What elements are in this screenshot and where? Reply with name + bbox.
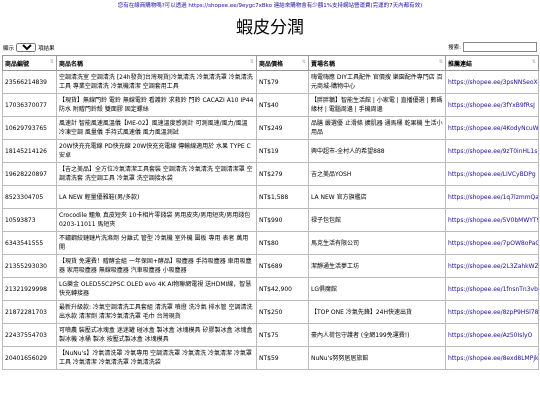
referral-link-cell[interactable]: https://shopee.ee/7pOW8oPaQF <box>445 231 539 255</box>
product-price-cell: NT$75 <box>256 323 309 347</box>
product-name-cell: 【NuNu's】冷氣清洗罩 冷氣專用 空調清洗罩 冷氣清洗 冷氣清潔 冷氣罩工具… <box>56 346 257 370</box>
entries-suffix-label: 項結果 <box>38 45 55 52</box>
product-name-cell: 可噴農 裝壓式冰塊盒 迷迷罐 碰冰盒 製冰盒 冰塊模具 矽膠製冰盒 冰塊盒 製冰… <box>56 323 257 347</box>
referral-link-cell[interactable]: https://shopee.ee/8exd8LMPjk <box>445 346 539 370</box>
product-id-cell: 19628220897 <box>2 162 57 186</box>
referral-link-cell[interactable]: https://shopee.ee/Az50IslyO <box>445 323 539 347</box>
referral-link-cell[interactable]: https://shopee.ee/9zT0inHL1s <box>445 139 539 163</box>
entries-select[interactable]: 10 <box>16 43 37 52</box>
product-name-cell: 空調清洗室 空調清洗 [24h發貨]台灣現貨|冷氣清洗 冷氣清洗罩 冷氣清洗 工… <box>56 70 257 94</box>
product-price-cell: NT$19 <box>256 139 309 163</box>
shop-name-cell: 潔靜通生活夢工坊 <box>308 254 446 278</box>
table-body: 23566214839 空調清洗室 空調清洗 [24h發貨]台灣現貨|冷氣清洗 冷… <box>2 70 539 370</box>
page-title: 蝦皮分潤 <box>236 18 304 38</box>
table-row: 20401656029 【NuNu's】冷氣清洗罩 冷氣專用 空調清洗罩 冷氣清洗… <box>2 346 539 370</box>
product-name-cell: Crocodile 鱷魚 真皮短夾 10卡相片零錢袋 男用皮夾/男用短夾/男用錢… <box>56 208 257 232</box>
search-label: 搜索: <box>448 45 461 51</box>
product-id-cell: 18145214126 <box>2 139 57 163</box>
table-row: 22437554703 可噴農 裝壓式冰塊盒 迷迷罐 碰冰盒 製冰盒 冰塊模具 矽… <box>2 323 539 347</box>
product-id-cell: 10629793765 <box>2 116 57 140</box>
shop-name-cell: 興中超市-全村人的希望888 <box>308 139 446 163</box>
referral-link-cell[interactable]: https://shopee.ee/2L3ZahkWZf <box>445 254 539 278</box>
product-price-cell: NT$1,588 <box>256 185 309 209</box>
table-row: 21355293030 【現貨 免運費！贈酵金組 一年保固+酵品】吸塵器 手持吸塵… <box>2 254 539 278</box>
shop-name-cell: 吉之美品YOSH <box>308 162 446 186</box>
product-name-cell: 不鏽鋼絞鏈鏈片洗滌劑 分離式 管型 冷氣機 室外機 圍板 專用 表者 萬用開 <box>56 231 257 255</box>
promo-banner-link[interactable]: 您有在線商購物嗎?可以透過 https://shopee.ee/9eygc7xB… <box>118 3 423 9</box>
product-name-cell: 風速計 智能風速風溫儀【ME-02】風速溫度感測計 可測風速/風力/風溫 冷凍空… <box>56 116 257 140</box>
product-price-cell: NT$42,900 <box>256 277 309 301</box>
product-name-cell: LG樂金 OLED55C2PSC OLED evo 4K AI物聯網電視 送HD… <box>56 277 257 301</box>
table-row: 10593873 Crocodile 鱷魚 真皮短夾 10卡相片零錢袋 男用皮夾/… <box>2 208 539 232</box>
table-controls: 顯示 10 項結果 搜索: <box>0 41 540 55</box>
product-price-cell: NT$249 <box>256 116 309 140</box>
shop-name-cell: 品膳 嚴選優 止滑條 擴肌器 通馬桶 乾果機 生活小用品 <box>308 116 446 140</box>
product-price-cell: NT$990 <box>256 208 309 232</box>
referral-link-cell[interactable]: https://shopee.ee/1q7lzmmQac <box>445 185 539 209</box>
table-row: 8523304705 LA NEW 輕量優雅鞋(男/多款) NT$1,588 LA N… <box>2 185 539 209</box>
product-price-cell: NT$59 <box>256 346 309 370</box>
product-id-cell: 6343541555 <box>2 231 57 255</box>
table-row: 18145214126 20W快充充電線 PD快充線 20W快充充電線 傳輸線適用… <box>2 139 539 163</box>
table-row: 21872281703 最新升級款: 冷氣空調清洗工具套組 清洗罩 噴燈 洗冷氣 … <box>2 300 539 324</box>
referral-link-cell[interactable]: https://shopee.ee/LIVCyBDPg <box>445 162 539 186</box>
table-row: 19628220897 【吉之美品】全方位冷氣清潔工具套裝 空調清洗 冷氣清洗 空… <box>2 162 539 186</box>
header-referral-link[interactable]: 推薦連結 ⇅ <box>445 55 539 71</box>
shop-name-cell: 豪內人荷包守護者 (全網199免運費!) <box>308 323 446 347</box>
referral-link-cell[interactable]: https://shopee.ee/4KodyNcuWN <box>445 116 539 140</box>
product-id-cell: 8523304705 <box>2 185 57 209</box>
product-price-cell: NT$79 <box>256 70 309 94</box>
product-price-cell: NT$80 <box>256 231 309 255</box>
shop-name-cell: LG俱魔館 <box>308 277 446 301</box>
product-name-cell: 20W快充充電線 PD快充線 20W快充充電線 傳輸線適用於 水果 TYPE C… <box>56 139 257 163</box>
shop-name-cell: NuNu's努努居居旅館 <box>308 346 446 370</box>
search-input[interactable] <box>463 42 537 52</box>
referral-link-cell[interactable]: https://shopee.ee/3fYxB9fRsJ <box>445 93 539 117</box>
shop-name-cell: 【胖胖鵝】智能生活館 | 小家電 | 直播優選 | 數碼緣材 | 電腦周邊 | … <box>308 93 446 117</box>
product-id-cell: 22437554703 <box>2 323 57 347</box>
header-shop-name[interactable]: 賣場名稱 ⇅ <box>308 55 446 71</box>
product-id-cell: 20401656029 <box>2 346 57 370</box>
header-product-price[interactable]: 商品價格 ⇅ <box>256 55 309 71</box>
referral-link-cell[interactable]: https://shopee.ee/1fnsnTn3vb <box>445 277 539 301</box>
shop-name-cell: 【TOP ONE 冷氣先鋒】24H快速出貨 <box>308 300 446 324</box>
referral-link-cell[interactable]: https://shopee.ee/8zpP9HSl78 <box>445 300 539 324</box>
table-row: 17036370077 【現貨】無線門鈴 電鈴 無線電鈴 看護鈴 求救鈴 門鈴 C… <box>2 93 539 117</box>
product-id-cell: 17036370077 <box>2 93 57 117</box>
product-name-cell: 【吉之美品】全方位冷氣清潔工具套裝 空調清洗 冷氣清洗 空調清潔罩 空調清洗套 … <box>56 162 257 186</box>
shop-name-cell: 禄子包包館 <box>308 208 446 232</box>
promo-banner[interactable]: 您有在線商購物嗎?可以透過 https://shopee.ee/9eygc7xB… <box>0 0 540 10</box>
table-header-row: 商品編號 ⇅ 商品名稱 ⇅ 商品價格 ⇅ 賣場名稱 ⇅ 推薦連結 ⇅ <box>2 55 539 71</box>
product-name-cell: LA NEW 輕量優雅鞋(男/多款) <box>56 185 257 209</box>
product-name-cell: 【現貨】無線門鈴 電鈴 無線電鈴 看護鈴 求救鈴 門鈴 CACAZI A10 I… <box>56 93 257 117</box>
product-id-cell: 21355293030 <box>2 254 57 278</box>
product-id-cell: 21872281703 <box>2 300 57 324</box>
entries-length-control: 顯示 10 項結果 <box>3 43 55 52</box>
product-price-cell: NT$689 <box>256 254 309 278</box>
table-row: 21321929998 LG樂金 OLED55C2PSC OLED evo 4K … <box>2 277 539 301</box>
header-product-name[interactable]: 商品名稱 ⇅ <box>56 55 257 71</box>
product-name-cell: 最新升級款: 冷氣空調清洗工具套組 清洗罩 噴燈 洗冷氣 排水管 空調清洗 出水… <box>56 300 257 324</box>
search-control: 搜索: <box>448 42 537 52</box>
product-id-cell: 10593873 <box>2 208 57 232</box>
referral-link-cell[interactable]: https://shopee.ee/5V0bMWYT9x <box>445 208 539 232</box>
product-name-cell: 【現貨 免運費！贈酵金組 一年保固+酵品】吸塵器 手持吸塵器 車用吸塵器 家用吸… <box>56 254 257 278</box>
show-label: 顯示 <box>3 45 15 52</box>
product-price-cell: NT$40 <box>256 93 309 117</box>
table-row: 10629793765 風速計 智能風速風溫儀【ME-02】風速溫度感測計 可測風… <box>2 116 539 140</box>
referral-link-cell[interactable]: https://shopee.ee/3psNNSeoXK <box>445 70 539 94</box>
product-id-cell: 21321929998 <box>2 277 57 301</box>
product-price-cell: NT$250 <box>256 300 309 324</box>
header-product-id[interactable]: 商品編號 ⇅ <box>2 55 57 71</box>
table-row: 23566214839 空調清洗室 空調清洗 [24h發貨]台灣現貨|冷氣清洗 冷… <box>2 70 539 94</box>
product-price-cell: NT$279 <box>256 162 309 186</box>
product-table: 商品編號 ⇅ 商品名稱 ⇅ 商品價格 ⇅ 賣場名稱 ⇅ 推薦連結 ⇅ 2356621483… <box>2 55 539 370</box>
product-id-cell: 23566214839 <box>2 70 57 94</box>
shop-name-cell: 嗨電嗨應 DIY工具配件 官價搜 樂園配件專門店 百元商城-購物中心 <box>308 70 446 94</box>
shop-name-cell: 馬克生活有限公司 <box>308 231 446 255</box>
table-row: 6343541555 不鏽鋼絞鏈鏈片洗滌劑 分離式 管型 冷氣機 室外機 圍板 專… <box>2 231 539 255</box>
shop-name-cell: LA NEW 官方旗艦店 <box>308 185 446 209</box>
